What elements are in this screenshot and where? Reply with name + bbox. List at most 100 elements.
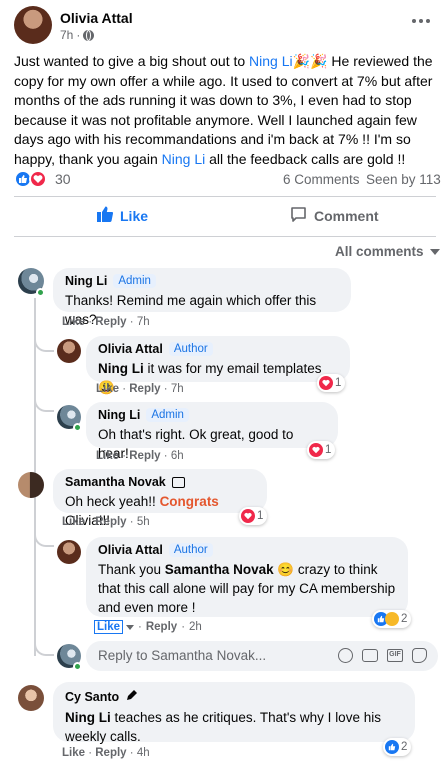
reaction-count-label: 1 [257,510,264,522]
caret-down-icon[interactable] [126,624,135,630]
admin-badge: Admin [113,274,156,288]
post-meta: 7h · [60,28,95,42]
post-text: all the feedback calls are gold !! [205,150,406,167]
reaction-count-label: 1 [335,377,342,389]
post-text: He reviewed the copy for my own offer a … [14,53,433,167]
post-author-name[interactable]: Olivia Attal [60,10,133,26]
comment-author[interactable]: Cy Santo [65,690,119,704]
commenter-avatar[interactable] [18,685,44,711]
comment-icon [290,206,307,226]
thread-connector [34,330,54,352]
comment-button-label: Comment [314,208,379,224]
comment-reaction-count[interactable]: 1 [317,374,346,392]
laughing-reaction-icon [385,612,399,626]
mention-samantha-novak[interactable]: Samantha Novak [165,562,274,577]
comment-bubble: Ning Li Admin Oh that's right. Ok great, … [86,402,338,461]
comment-button[interactable]: Comment [290,206,379,226]
comment-reaction-count[interactable]: 1 [239,507,268,525]
highlighted-word[interactable]: Congrats [160,494,219,509]
online-status-indicator [73,423,82,432]
comment-author[interactable]: Olivia Attal [98,342,163,356]
mention-ning-li[interactable]: Ning Li [249,53,293,69]
comment-actions: Like · Reply · 7h [96,383,184,395]
comments-filter-dropdown[interactable]: All comments [335,244,440,259]
comment-actions: Like · Reply · 2h [94,620,202,634]
reply-input-placeholder: Reply to Samantha Novak... [98,648,267,663]
comment-reply-link[interactable]: Reply [129,383,160,395]
globe-icon [83,29,95,41]
heart-reaction-icon [309,443,323,457]
author-badge: Author [168,543,213,557]
comment-author[interactable]: Samantha Novak [65,475,166,489]
like-button[interactable]: Like [96,205,148,226]
comment-like-link[interactable]: Like [96,383,119,395]
post-time[interactable]: 7h [60,28,73,42]
commenter-avatar[interactable] [57,339,81,363]
commenter-avatar[interactable] [18,472,44,498]
comment-reply-link[interactable]: Reply [146,621,177,633]
comment-actions: Like · Reply · 5h [62,516,150,528]
comments-filter-label: All comments [335,244,424,259]
emoji-icon[interactable] [338,648,353,663]
comment-bubble: Olivia Attal Author Thank you Samantha No… [86,537,408,617]
seen-by-count[interactable]: Seen by 113 [366,172,441,187]
party-popper-icon: 🎉🎉 [292,53,328,69]
comment-bubble: Samantha Novak Oh heck yeah!! Congrats O… [53,469,267,528]
comment-reaction-count[interactable]: 2 [383,738,412,756]
reply-input[interactable]: Reply to Samantha Novak... GIF [86,641,438,671]
post-reactions-summary[interactable]: 30 [14,170,71,188]
reactions-count: 30 [55,171,71,187]
comment-bubble: Ning Li Admin Thanks! Remind me again whi… [53,268,351,327]
mention-ning-li[interactable]: Ning Li [162,151,206,167]
comment-reaction-count[interactable]: 1 [307,441,336,459]
heart-reaction-icon [319,376,333,390]
comments-count[interactable]: 6 Comments [283,172,360,187]
caret-down-icon [429,248,440,255]
comment-actions: Like · Reply · 6h [96,450,184,462]
comment-reaction-count[interactable]: 2 [372,610,412,628]
comment-reply-link[interactable]: Reply [95,516,126,528]
comment-reply-link[interactable]: Reply [95,316,126,328]
reaction-count-label: 2 [401,741,408,753]
comment-time[interactable]: 7h [171,383,184,395]
comment-reply-link[interactable]: Reply [95,747,126,759]
post-author-avatar[interactable] [14,6,52,44]
heart-reaction-icon [241,509,255,523]
post-options-button[interactable] [412,16,432,26]
comment-like-link[interactable]: Like [62,516,85,528]
thread-connector [34,525,54,547]
more-dots-icon [412,19,430,23]
comment-time[interactable]: 5h [137,516,150,528]
heart-reaction-icon [29,170,47,188]
author-badge: Author [168,342,213,356]
comment-actions: Like · Reply · 4h [62,747,150,759]
sticker-icon[interactable] [412,648,427,663]
comment-time[interactable]: 7h [137,316,150,328]
comment-author[interactable]: Olivia Attal [98,543,163,557]
top-fan-icon [171,476,185,488]
comment-time[interactable]: 2h [189,621,202,633]
post-meta-separator: · [76,28,81,42]
camera-icon[interactable] [362,649,378,662]
comment-time[interactable]: 4h [137,747,150,759]
comment-text: it was for my email templates [143,361,322,376]
gif-icon[interactable]: GIF [387,649,403,662]
thread-connector [34,634,54,656]
comment-actions: Like · Reply · 7h [62,316,150,328]
comment-time[interactable]: 6h [171,450,184,462]
thread-connector [34,390,54,412]
comment-text: Thank you [98,562,165,577]
mention-ning-li[interactable]: Ning Li [98,361,144,376]
comment-reply-link[interactable]: Reply [129,450,160,462]
comment-like-link[interactable]: Like [62,316,85,328]
pen-icon [125,688,139,705]
comment-like-link[interactable]: Like [94,620,124,634]
thread-line [34,496,36,656]
comment-author[interactable]: Ning Li [98,408,140,422]
mention-ning-li[interactable]: Ning Li [65,710,111,725]
divider [14,196,436,197]
comment-author[interactable]: Ning Li [65,274,107,288]
commenter-avatar[interactable] [57,540,81,564]
comment-like-link[interactable]: Like [62,747,85,759]
comment-like-link[interactable]: Like [96,450,119,462]
